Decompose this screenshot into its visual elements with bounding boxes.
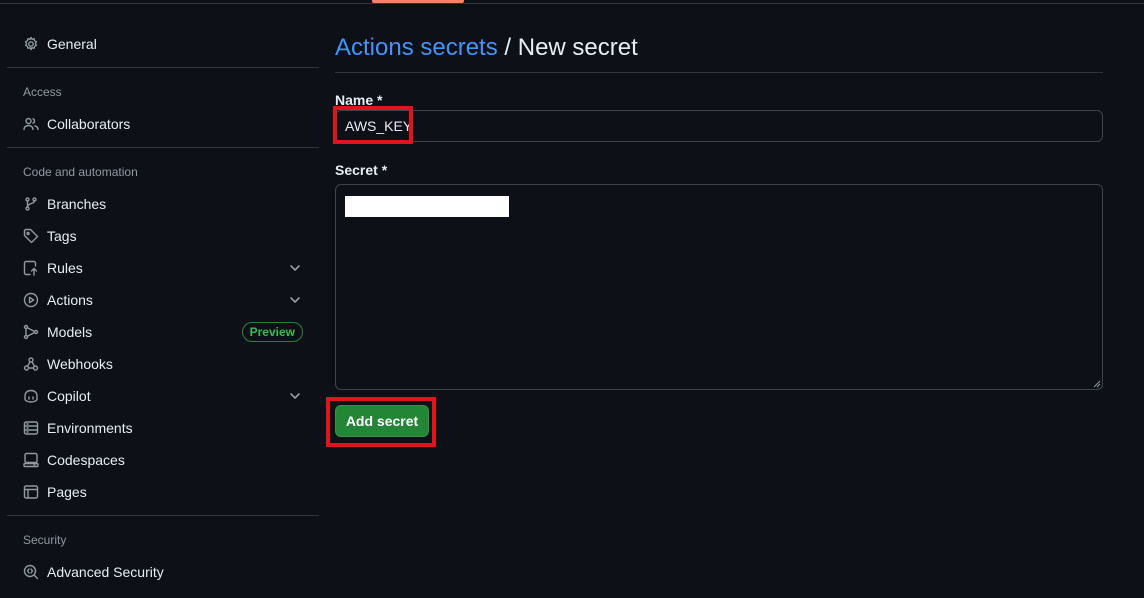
sidebar-item-rules[interactable]: Rules: [7, 252, 319, 284]
breadcrumb-current: New secret: [517, 34, 638, 61]
sidebar-item-webhooks[interactable]: Webhooks: [7, 348, 319, 380]
sidebar-item-label: Environments: [47, 420, 133, 436]
sidebar-item-codespaces[interactable]: Codespaces: [7, 444, 319, 476]
breadcrumb-actions-secrets[interactable]: Actions secrets: [335, 34, 498, 61]
new-secret-form: Actions secrets / New secret Name * AWS_…: [335, 32, 1103, 437]
git-branch-icon: [23, 196, 39, 212]
server-icon: [23, 420, 39, 436]
secret-textarea[interactable]: [335, 184, 1103, 390]
sidebar-item-label: Tags: [47, 228, 77, 244]
copilot-icon: [23, 388, 39, 404]
codescan-icon: [23, 564, 39, 580]
breadcrumb-separator: /: [497, 34, 518, 61]
sidebar-item-label: Advanced Security: [47, 564, 164, 580]
page-title: Actions secrets / New secret: [335, 32, 1103, 73]
sidebar-section-access: Access: [23, 85, 62, 99]
sidebar-divider: [7, 147, 319, 148]
sidebar-item-collaborators[interactable]: Collaborators: [7, 108, 319, 140]
people-icon: [23, 116, 39, 132]
codespaces-icon: [23, 452, 39, 468]
sidebar-section-security: Security: [23, 533, 67, 547]
sidebar-item-label: Models: [47, 324, 93, 340]
sidebar-item-advanced-security[interactable]: Advanced Security: [7, 556, 319, 588]
sidebar-item-label: Branches: [47, 196, 107, 212]
redacted-secret-value: [345, 196, 509, 217]
add-secret-button[interactable]: Add secret: [335, 405, 429, 437]
active-tab-indicator: [372, 0, 464, 3]
gear-icon: [23, 36, 39, 52]
sidebar-item-label: Actions: [47, 292, 93, 308]
sidebar-item-tags[interactable]: Tags: [7, 220, 319, 252]
name-input-value: AWS_KEY: [345, 118, 413, 134]
browser-icon: [23, 484, 39, 500]
sidebar-divider: [7, 515, 319, 516]
resize-handle-icon[interactable]: [1093, 380, 1101, 388]
sidebar-item-actions[interactable]: Actions: [7, 284, 319, 316]
name-label: Name *: [335, 92, 383, 108]
sidebar-section-code-automation: Code and automation: [23, 165, 138, 179]
sidebar-item-label: Codespaces: [47, 452, 125, 468]
sidebar-item-general[interactable]: General: [7, 28, 319, 60]
name-input[interactable]: AWS_KEY: [335, 110, 1103, 142]
sidebar-item-copilot[interactable]: Copilot: [7, 380, 319, 412]
rules-icon: [23, 260, 39, 276]
secret-label: Secret *: [335, 162, 388, 178]
sidebar-item-branches[interactable]: Branches: [7, 188, 319, 220]
top-border: [0, 0, 1144, 4]
tag-icon: [23, 228, 39, 244]
sidebar-item-label: General: [47, 36, 97, 52]
sidebar-item-models[interactable]: Models Preview: [7, 316, 319, 348]
models-icon: [23, 324, 39, 340]
chevron-down-icon[interactable]: [287, 388, 303, 404]
sidebar-divider: [7, 67, 319, 68]
play-icon: [23, 292, 39, 308]
sidebar-item-label: Rules: [47, 260, 83, 276]
sidebar-item-label: Collaborators: [47, 116, 131, 132]
settings-sidebar: General Access Collaborators Code and au…: [7, 28, 319, 588]
sidebar-item-environments[interactable]: Environments: [7, 412, 319, 444]
chevron-down-icon[interactable]: [287, 260, 303, 276]
webhook-icon: [23, 356, 39, 372]
sidebar-item-label: Copilot: [47, 388, 91, 404]
preview-badge: Preview: [241, 322, 303, 342]
sidebar-item-label: Webhooks: [47, 356, 113, 372]
sidebar-item-pages[interactable]: Pages: [7, 476, 319, 508]
sidebar-item-label: Pages: [47, 484, 87, 500]
chevron-down-icon[interactable]: [287, 292, 303, 308]
